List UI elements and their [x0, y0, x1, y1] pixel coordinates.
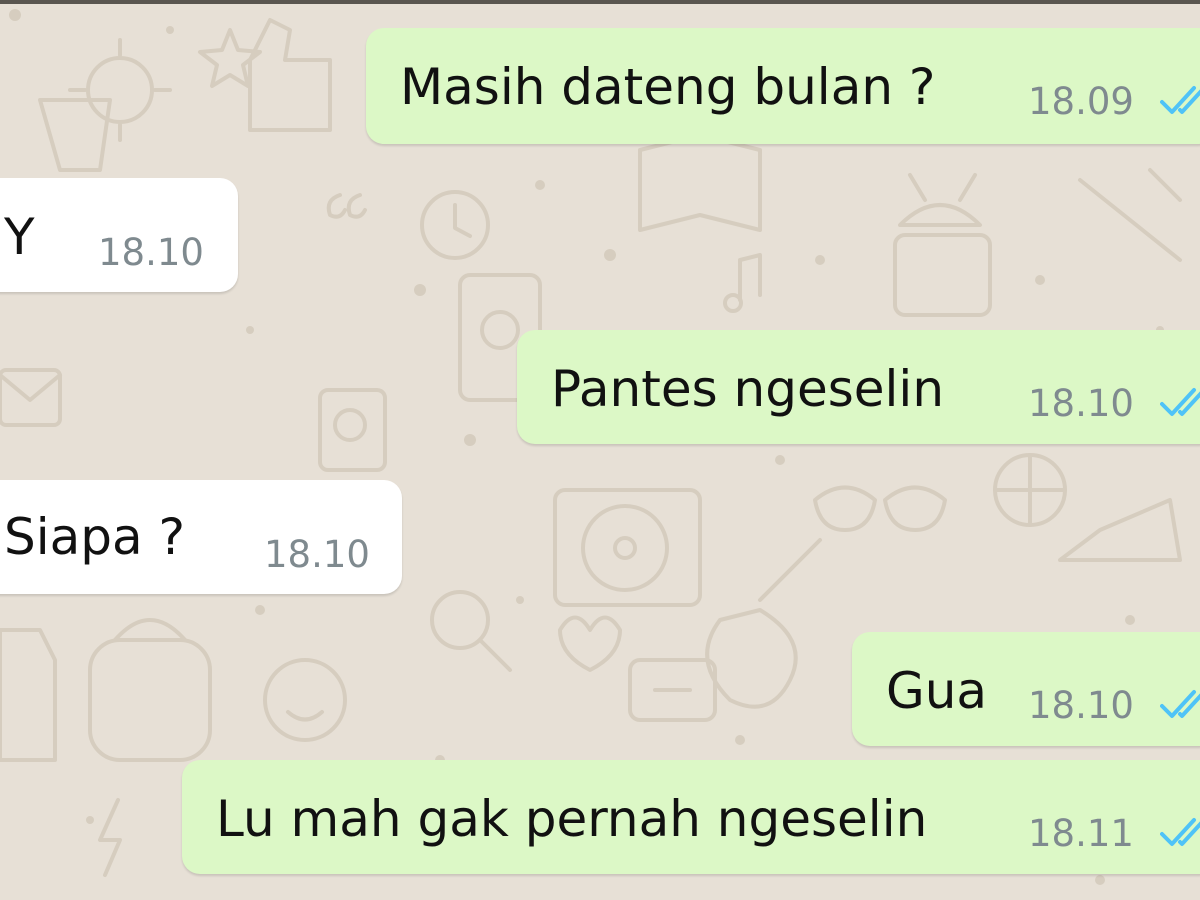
message-timestamp: 18.09	[1028, 80, 1134, 123]
double-check-icon	[1160, 388, 1200, 416]
double-check-icon	[1160, 690, 1200, 718]
message-text: Siapa ?	[4, 508, 186, 566]
message-text: Pantes ngeselin	[551, 360, 945, 418]
message-timestamp: 18.10	[1028, 684, 1134, 727]
outgoing-message-bubble[interactable]: Lu mah gak pernah ngeselin 18.11	[182, 760, 1200, 874]
message-text: Masih dateng bulan ?	[400, 58, 936, 116]
message-text: Lu mah gak pernah ngeselin	[216, 790, 928, 848]
incoming-message-bubble[interactable]: Siapa ? 18.10	[0, 480, 402, 594]
outgoing-message-bubble[interactable]: Pantes ngeselin 18.10	[517, 330, 1200, 444]
incoming-message-bubble[interactable]: Y 18.10	[0, 178, 238, 292]
message-timestamp: 18.10	[1028, 382, 1134, 425]
outgoing-message-bubble[interactable]: Masih dateng bulan ? 18.09	[366, 28, 1200, 144]
chat-area[interactable]: Masih dateng bulan ? 18.09 Y 18.10 Pante…	[0, 0, 1200, 900]
outgoing-message-bubble[interactable]: Gua 18.10	[852, 632, 1200, 746]
double-check-icon	[1160, 86, 1200, 114]
message-timestamp: 18.10	[98, 231, 204, 274]
message-timestamp: 18.11	[1028, 812, 1134, 855]
double-check-icon	[1160, 818, 1200, 846]
message-text: Gua	[886, 662, 988, 720]
message-timestamp: 18.10	[264, 533, 370, 576]
message-text: Y	[4, 208, 35, 266]
